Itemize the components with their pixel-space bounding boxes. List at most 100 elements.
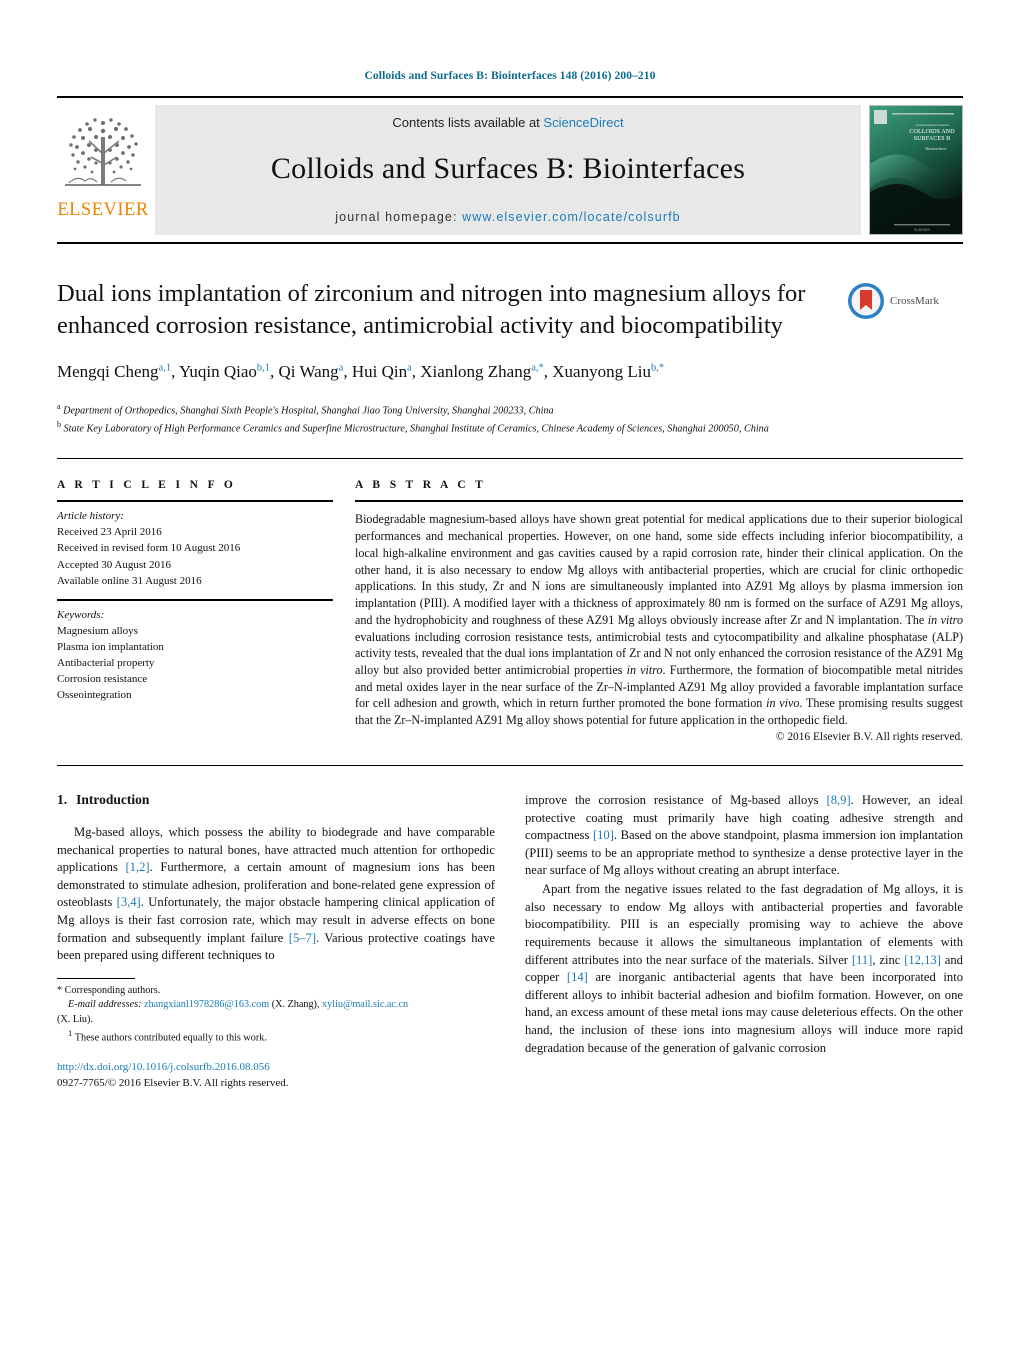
footnote-rule (57, 977, 135, 979)
affiliation-mark: b (57, 419, 61, 429)
journal-article-first-page: Colloids and Surfaces B: Biointerfaces 1… (0, 0, 1020, 1351)
contents-prefix: Contents lists available at (392, 115, 544, 130)
email-label: E-mail addresses: (68, 999, 142, 1011)
author-entry: Yuqin Qiaob,1, (179, 362, 279, 381)
author-sep: , (543, 361, 553, 381)
abstract-copyright: © 2016 Elsevier B.V. All rights reserved… (775, 730, 963, 743)
author-sep: , (171, 361, 179, 381)
corresponding-label: Corresponding authors. (64, 984, 161, 996)
keywords-group: Keywords: Magnesium alloys Plasma ion im… (57, 601, 333, 713)
article-info-column: A R T I C L E I N F O Article history: R… (57, 479, 355, 743)
svg-text:An International Journal: An International Journal (915, 123, 948, 127)
svg-text:ELSEVIER: ELSEVIER (914, 228, 930, 232)
author-sep: , (270, 361, 279, 381)
journal-title: Colloids and Surfaces B: Biointerfaces (270, 152, 746, 185)
email-link-zhang[interactable]: zhangxianl1978286@163.com (144, 999, 269, 1010)
article-title: Dual ions implantation of zirconium and … (57, 280, 806, 339)
keyword-item: Osseointegration (57, 688, 132, 701)
author-name: Hui Qin (351, 361, 408, 381)
author-entry: Xianlong Zhanga,*, (420, 362, 552, 381)
svg-text:SURFACES B: SURFACES B (914, 135, 951, 142)
asterisk-marker: * (57, 984, 65, 996)
intro-paragraph-3: Apart from the negative issues related t… (525, 882, 964, 1055)
affiliation-item: a Department of Orthopedics, Shanghai Si… (57, 401, 963, 419)
title-area: Dual ions implantation of zirconium and … (57, 278, 963, 342)
svg-text:COLLOIDS AND: COLLOIDS AND (909, 128, 955, 135)
keyword-item: Antibacterial property (57, 656, 155, 669)
crossmark-badge[interactable]: CrossMark (847, 278, 963, 320)
intro-paragraph-2: improve the corrosion resistance of Mg-b… (525, 792, 963, 878)
body-column-right: improve the corrosion resistance of Mg-b… (525, 792, 963, 1092)
history-item: Received 23 April 2016 (57, 526, 162, 539)
abstract-text: Biodegradable magnesium-based alloys hav… (355, 512, 964, 728)
keywords-label: Keywords: (57, 608, 105, 621)
equal-contribution-text: These authors contributed equally to thi… (74, 1032, 267, 1044)
affiliation-mark: a (57, 401, 61, 411)
elsevier-logo: ELSEVIER (57, 105, 149, 235)
crossmark-icon (848, 283, 884, 319)
footnote-block: * Corresponding authors. E-mail addresse… (57, 977, 495, 1092)
abstract-bottom-rule (57, 764, 963, 766)
sciencedirect-link[interactable]: ScienceDirect (543, 115, 623, 130)
affiliation-text: State Key Laboratory of High Performance… (63, 422, 769, 434)
author-sep: , (343, 361, 352, 381)
equal-contribution-note: 1 These authors contributed equally to t… (57, 1027, 495, 1046)
author-marks: b,1 (256, 362, 270, 374)
author-name: Xuanyong Liu (552, 361, 651, 381)
affiliation-item: b State Key Laboratory of High Performan… (57, 419, 963, 437)
keyword-item: Plasma ion implantation (57, 640, 164, 653)
affiliation-text: Department of Orthopedics, Shanghai Sixt… (63, 405, 554, 417)
crossmark-label: CrossMark (890, 295, 939, 307)
author-entry: Mengqi Chenga,1, (57, 362, 179, 381)
article-info-heading: A R T I C L E I N F O (57, 479, 237, 492)
author-sep: , (411, 361, 421, 381)
email-owner-liu-line: (X. Liu). (57, 1013, 495, 1027)
footnote-marker-1: 1 (68, 1028, 73, 1039)
article-history-group: Article history: Received 23 April 2016 … (57, 502, 333, 598)
page-content: Colloids and Surfaces B: Biointerfaces 1… (57, 0, 963, 1092)
journal-cover-thumbnail: An International Journal COLLOIDS AND SU… (869, 105, 963, 235)
author-marks: a,1 (158, 362, 172, 374)
homepage-prefix: journal homepage: (335, 210, 463, 224)
author-marks: b,* (650, 362, 665, 374)
cover-artwork: An International Journal COLLOIDS AND SU… (870, 106, 962, 234)
author-marks: a,* (531, 362, 544, 374)
author-entry: Xuanyong Liub,* (552, 362, 664, 381)
affiliations: a Department of Orthopedics, Shanghai Si… (57, 401, 963, 437)
running-head: Colloids and Surfaces B: Biointerfaces 1… (364, 70, 656, 82)
email-note: E-mail addresses: zhangxianl1978286@163.… (57, 998, 495, 1012)
svg-text:Biointerfaces: Biointerfaces (925, 146, 947, 151)
author-name: Xianlong Zhang (420, 361, 532, 381)
author-name: Yuqin Qiao (178, 361, 257, 381)
section-title: Introduction (76, 791, 150, 807)
author-entry: Hui Qina, (352, 362, 420, 381)
journal-homepage-url[interactable]: www.elsevier.com/locate/colsurfb (462, 210, 681, 224)
abstract-heading: A B S T R A C T (355, 479, 487, 492)
elsevier-tree-icon (65, 118, 141, 186)
body-column-left: 1. Introduction Mg-based alloys, which po… (57, 792, 495, 1092)
info-abstract-section: A R T I C L E I N F O Article history: R… (57, 458, 963, 743)
history-item: Accepted 30 August 2016 (57, 558, 171, 571)
doi-block: http://dx.doi.org/10.1016/j.colsurfb.201… (57, 1060, 495, 1092)
history-item: Available online 31 August 2016 (57, 574, 202, 587)
body-columns: 1. Introduction Mg-based alloys, which po… (57, 792, 963, 1092)
article-history-label: Article history: (57, 510, 124, 523)
author-name: Qi Wang (278, 361, 339, 381)
email-owner-liu: (X. Liu). (57, 1013, 93, 1025)
issn-copyright-line: 0927-7765/© 2016 Elsevier B.V. All right… (57, 1076, 289, 1089)
intro-paragraph-1: Mg-based alloys, which possess the abili… (57, 824, 495, 963)
journal-band: Contents lists available at ScienceDirec… (155, 105, 861, 235)
doi-link[interactable]: http://dx.doi.org/10.1016/j.colsurfb.201… (57, 1060, 495, 1076)
keyword-item: Corrosion resistance (57, 672, 148, 685)
elsevier-wordmark: ELSEVIER (57, 200, 149, 220)
author-name: Mengqi Cheng (57, 361, 159, 381)
email-link-liu[interactable]: xyliu@mail.sic.ac.cn (322, 999, 408, 1010)
email-owner-zhang: (X. Zhang), (271, 999, 320, 1011)
masthead-bottom-rule (57, 242, 963, 244)
author-entry: Qi Wanga, (279, 362, 352, 381)
author-list: Mengqi Chenga,1, Yuqin Qiaob,1, Qi Wanga… (57, 361, 963, 384)
section-number: 1. (57, 791, 68, 807)
abstract-column: A B S T R A C T Biodegradable magnesium-… (355, 479, 963, 743)
contents-lists-line: Contents lists available at ScienceDirec… (155, 115, 861, 130)
journal-homepage-line: journal homepage: www.elsevier.com/locat… (155, 210, 861, 224)
